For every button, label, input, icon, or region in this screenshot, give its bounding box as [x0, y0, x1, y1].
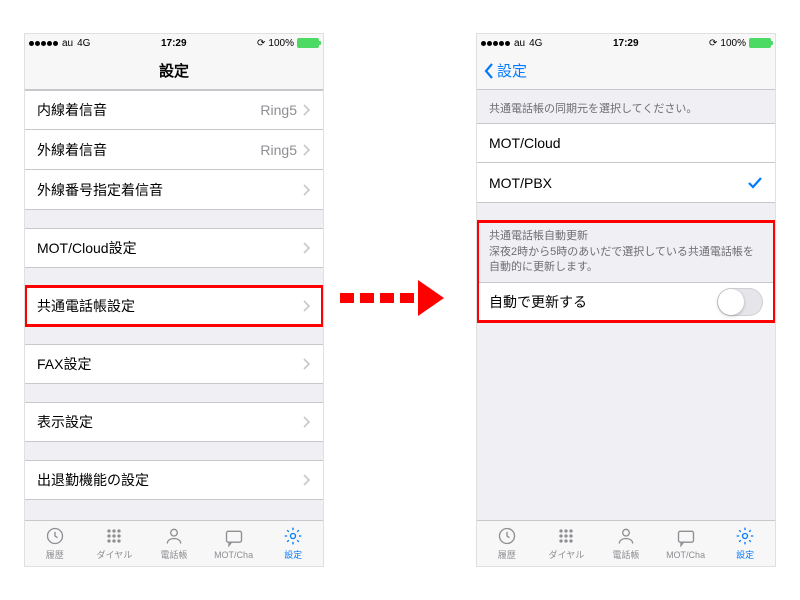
back-label: 設定: [497, 60, 527, 81]
row-fax-settings[interactable]: FAX設定: [25, 344, 323, 384]
navbar: 設定: [25, 52, 323, 90]
settings-screen: au 4G 17:29 ⟳ 100% 設定 内線着信音 Ring5 外線着信音 …: [24, 33, 324, 567]
tab-settings[interactable]: 設定: [263, 521, 323, 566]
chevron-right-icon: [303, 300, 311, 312]
gear-icon: [282, 526, 304, 546]
row-label: 外線番号指定着信音: [37, 180, 303, 200]
row-label: MOT/Cloud設定: [37, 238, 303, 258]
row-label: 共通電話帳設定: [37, 296, 303, 316]
chevron-right-icon: [303, 184, 311, 196]
page-title: 設定: [159, 60, 189, 81]
battery-pct: 100%: [268, 38, 294, 49]
shared-phonebook-settings-screen: au 4G 17:29 ⟳ 100% 設定 共通電話帳の同期元を選択してください…: [476, 33, 776, 567]
row-label: MOT/PBX: [489, 175, 747, 191]
clock-icon: [496, 526, 518, 546]
row-mot-cloud-settings[interactable]: MOT/Cloud設定: [25, 228, 323, 268]
row-internal-ringtone[interactable]: 内線着信音 Ring5: [25, 90, 323, 130]
sync-icon: ⟳: [709, 38, 717, 49]
tab-bar: 履歴 ダイヤル 電話帳 MOT/Cha 設定: [477, 520, 775, 566]
navbar: 設定: [477, 52, 775, 90]
section-header: 共通電話帳自動更新 深夜2時から5時のあいだで選択している共通電話帳を自動的に更…: [477, 221, 775, 281]
sync-source-list: 共通電話帳の同期元を選択してください。 MOT/Cloud MOT/PBX 共通…: [477, 90, 775, 520]
row-label: MOT/Cloud: [489, 135, 763, 151]
row-sync-mot-cloud[interactable]: MOT/Cloud: [477, 123, 775, 163]
tab-settings[interactable]: 設定: [715, 521, 775, 566]
row-label: 内線着信音: [37, 100, 260, 120]
status-bar: au 4G 17:29 ⟳ 100%: [477, 34, 775, 52]
clock: 17:29: [90, 38, 257, 49]
tab-motcha[interactable]: MOT/Cha: [204, 521, 264, 566]
tab-motcha[interactable]: MOT/Cha: [656, 521, 716, 566]
tab-history[interactable]: 履歴: [477, 521, 537, 566]
tab-label: 履歴: [498, 548, 516, 561]
chevron-right-icon: [303, 242, 311, 254]
keypad-icon: [103, 526, 125, 546]
row-external-ringtone[interactable]: 外線着信音 Ring5: [25, 130, 323, 170]
back-button[interactable]: 設定: [483, 52, 527, 89]
row-external-specific-ringtone[interactable]: 外線番号指定着信音: [25, 170, 323, 210]
person-icon: [163, 526, 185, 546]
row-label: 自動で更新する: [489, 292, 717, 312]
tab-dial[interactable]: ダイヤル: [537, 521, 597, 566]
person-icon: [615, 526, 637, 546]
tab-dial[interactable]: ダイヤル: [85, 521, 145, 566]
tab-label: 電話帳: [160, 548, 187, 561]
chevron-right-icon: [303, 144, 311, 156]
chat-icon: [675, 528, 697, 548]
keypad-icon: [555, 526, 577, 546]
chat-icon: [223, 528, 245, 548]
row-label: 外線着信音: [37, 140, 260, 160]
sync-icon: ⟳: [257, 38, 265, 49]
section-header: 共通電話帳の同期元を選択してください。: [477, 90, 775, 123]
section-title: 共通電話帳自動更新: [489, 230, 588, 242]
chevron-right-icon: [303, 358, 311, 370]
tab-contacts[interactable]: 電話帳: [596, 521, 656, 566]
battery-icon: [749, 38, 771, 48]
row-value: Ring5: [260, 142, 297, 158]
chevron-right-icon: [303, 474, 311, 486]
carrier-label: au: [62, 38, 73, 49]
carrier-label: au: [514, 38, 525, 49]
row-sync-mot-pbx[interactable]: MOT/PBX: [477, 163, 775, 203]
signal-dots-icon: [29, 41, 58, 46]
chevron-right-icon: [303, 104, 311, 116]
tab-label: 設定: [736, 548, 754, 561]
network-label: 4G: [529, 38, 542, 49]
row-value: Ring5: [260, 102, 297, 118]
auto-update-toggle[interactable]: [717, 288, 763, 316]
tab-history[interactable]: 履歴: [25, 521, 85, 566]
row-attendance-settings[interactable]: 出退勤機能の設定: [25, 460, 323, 500]
clock: 17:29: [542, 38, 709, 49]
tab-label: 電話帳: [612, 548, 639, 561]
tab-label: ダイヤル: [97, 548, 133, 561]
tab-bar: 履歴 ダイヤル 電話帳 MOT/Cha 設定: [25, 520, 323, 566]
clock-icon: [44, 526, 66, 546]
signal-dots-icon: [481, 41, 510, 46]
row-display-settings[interactable]: 表示設定: [25, 402, 323, 442]
row-label: 出退勤機能の設定: [37, 470, 303, 490]
check-icon: [747, 176, 763, 190]
status-bar: au 4G 17:29 ⟳ 100%: [25, 34, 323, 52]
row-label: 表示設定: [37, 412, 303, 432]
tab-label: 設定: [284, 548, 302, 561]
chevron-left-icon: [483, 62, 495, 80]
row-shared-phonebook-settings[interactable]: 共通電話帳設定: [25, 286, 323, 326]
battery-pct: 100%: [720, 38, 746, 49]
row-auto-update: 自動で更新する: [477, 282, 775, 322]
battery-icon: [297, 38, 319, 48]
chevron-right-icon: [303, 416, 311, 428]
settings-list: 内線着信音 Ring5 外線着信音 Ring5 外線番号指定着信音 MOT/Cl…: [25, 90, 323, 520]
tab-label: ダイヤル: [549, 548, 585, 561]
tab-label: MOT/Cha: [214, 550, 253, 560]
tab-label: 履歴: [46, 548, 64, 561]
tab-label: MOT/Cha: [666, 550, 705, 560]
section-desc: 深夜2時から5時のあいだで選択している共通電話帳を自動的に更新します。: [489, 246, 754, 273]
tab-contacts[interactable]: 電話帳: [144, 521, 204, 566]
row-label: FAX設定: [37, 354, 303, 374]
auto-update-section: 共通電話帳自動更新 深夜2時から5時のあいだで選択している共通電話帳を自動的に更…: [477, 221, 775, 321]
network-label: 4G: [77, 38, 90, 49]
flow-arrow-icon: [340, 280, 444, 316]
gear-icon: [734, 526, 756, 546]
